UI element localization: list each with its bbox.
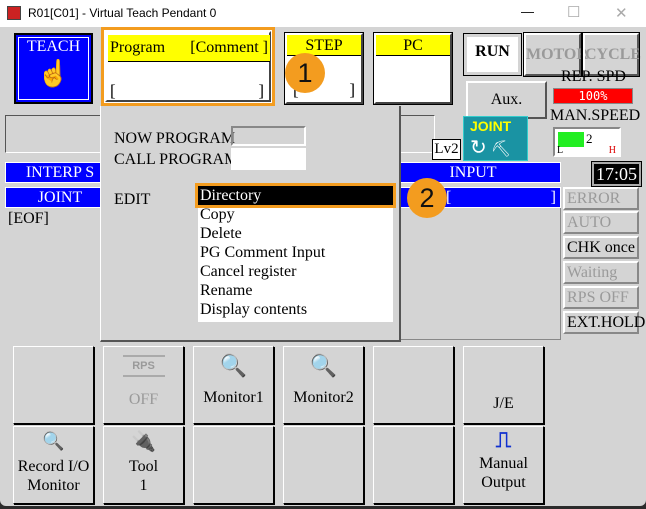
close-button[interactable]: ✕: [615, 4, 628, 22]
level-text: Lv2: [434, 141, 459, 157]
eof-marker: [EOF]: [8, 210, 49, 227]
clock: 17:05: [591, 161, 642, 187]
step-badge-2: 2: [407, 178, 447, 218]
program-header: Program: [110, 39, 166, 56]
menu-item-pg-comment-input[interactable]: PG Comment Input: [198, 243, 393, 262]
level-indicator: Lv2: [432, 139, 461, 160]
manual-output-label-2: Output: [481, 474, 526, 491]
function-key-blank-1[interactable]: [13, 346, 94, 424]
joint-mode-label: JOINT: [470, 118, 512, 134]
tool-number: 1: [139, 477, 148, 494]
rep-spd-value: 100%: [553, 88, 633, 104]
menu-item-directory[interactable]: Directory: [195, 183, 396, 208]
ext-hold-button[interactable]: EXT.HOLD: [563, 311, 645, 334]
step-header: STEP: [287, 35, 361, 56]
program-popup: NOW PROGRAM CALL PROGRAM EDIT Directory …: [100, 106, 401, 342]
je-label: J/E: [493, 395, 514, 412]
aux-button[interactable]: Aux.: [466, 81, 547, 119]
joint-mode-button[interactable]: JOINT ↻ ⛏: [463, 116, 528, 161]
robot-arm-icon: ↻ ⛏: [470, 137, 512, 159]
step-badge-1: 1: [285, 53, 325, 93]
rep-spd-text: 100%: [578, 89, 608, 103]
edit-label: EDIT: [114, 191, 151, 208]
now-program-label: NOW PROGRAM: [114, 130, 236, 147]
rps-off-button[interactable]: RPS OFF: [103, 346, 184, 424]
auto-status: AUTO: [563, 211, 639, 234]
function-key-blank-3[interactable]: [193, 426, 274, 504]
monitor1-label: Monitor1: [203, 389, 264, 406]
tool-button[interactable]: 🔌 Tool 1: [103, 426, 184, 504]
rps-icon: RPS: [122, 355, 165, 377]
title-bar: R01[C01] - Virtual Teach Pendant 0 — ☐ ✕: [0, 0, 646, 27]
monitor-search-icon: 🔍: [219, 353, 248, 378]
call-program-input[interactable]: [231, 148, 306, 170]
interp-bar: INTERP S: [5, 162, 115, 183]
hand-pointer-icon: ☝: [37, 59, 70, 88]
menu-item-cancel-register[interactable]: Cancel register: [198, 262, 393, 281]
menu-item-copy[interactable]: Copy: [198, 205, 393, 224]
function-key-blank-2[interactable]: [373, 346, 454, 424]
window-title: R01[C01] - Virtual Teach Pendant 0: [28, 6, 217, 20]
now-program-field: [231, 126, 306, 146]
input-bar: INPUT: [385, 162, 561, 183]
manual-output-label: Manual: [479, 455, 528, 472]
minimize-button[interactable]: —: [521, 4, 534, 19]
record-io-monitor-button[interactable]: 🔍 Record I/O Monitor: [13, 426, 94, 504]
waiting-status: Waiting: [563, 261, 639, 284]
monitor2-button[interactable]: 🔍 Monitor2: [283, 346, 364, 424]
je-button[interactable]: J/E: [463, 346, 544, 424]
teach-label: TEACH: [26, 38, 81, 55]
rps-off-label: OFF: [128, 391, 159, 408]
man-speed-low: L: [557, 145, 564, 156]
step-bracket-close: ]: [349, 80, 355, 99]
tool-icon: 🔌: [131, 431, 156, 453]
edit-menu-list[interactable]: Directory Copy Delete PG Comment Input C…: [195, 183, 396, 322]
pc-box[interactable]: PC: [373, 32, 453, 105]
record-io-label-2: Monitor: [27, 477, 80, 494]
record-io-label: Record I/O: [17, 458, 90, 475]
comment-header: [Comment ]: [190, 39, 268, 56]
monitor-search-icon: 🔍: [309, 353, 338, 378]
pc-header: PC: [376, 35, 450, 56]
call-program-label: CALL PROGRAM: [114, 151, 239, 168]
menu-item-delete[interactable]: Delete: [198, 224, 393, 243]
function-key-blank-4[interactable]: [283, 426, 364, 504]
man-speed-gauge[interactable]: 2 L H: [553, 127, 621, 157]
record-search-icon: 🔍: [42, 431, 65, 451]
rps-icon-text: RPS: [132, 360, 155, 372]
pulse-icon: ⎍: [495, 427, 512, 452]
monitor1-button[interactable]: 🔍 Monitor1: [193, 346, 274, 424]
menu-item-display-contents[interactable]: Display contents: [198, 300, 393, 319]
man-speed-level: 2: [586, 131, 593, 146]
clock-text: 17:05: [595, 164, 637, 184]
run-label: RUN: [467, 37, 518, 72]
program-bracket-open: [: [110, 81, 116, 100]
maximize-button[interactable]: ☐: [567, 3, 580, 21]
chk-once-button[interactable]: CHK once: [563, 236, 639, 259]
manual-output-button[interactable]: ⎍ Manual Output: [463, 426, 544, 504]
input-bracket-close: ]: [550, 189, 556, 206]
man-speed-high: H: [608, 145, 616, 156]
cycle-label: CYCLE: [585, 46, 642, 63]
motor-label: MOTOR: [526, 46, 588, 63]
aux-label: Aux.: [490, 91, 523, 108]
man-speed-label: MAN.SPEED: [550, 107, 641, 124]
teach-mode-indicator: TEACH ☝: [14, 33, 93, 104]
error-status: ERROR: [563, 187, 639, 210]
tool-label: Tool: [128, 458, 159, 475]
monitor2-label: Monitor2: [293, 389, 354, 406]
rps-off-status: RPS OFF: [563, 286, 639, 309]
teach-pendant-window: R01[C01] - Virtual Teach Pendant 0 — ☐ ✕…: [0, 0, 646, 506]
menu-item-rename[interactable]: Rename: [198, 281, 393, 300]
function-key-blank-5[interactable]: [373, 426, 454, 504]
right-panel: [385, 208, 561, 340]
app-icon: [7, 6, 21, 20]
joint-bar: JOINT: [5, 187, 115, 208]
rep-spd-label: REP. SPD: [561, 68, 626, 85]
program-box[interactable]: Program [Comment ] [ ]: [101, 27, 275, 106]
program-bracket-close: ]: [258, 81, 264, 100]
run-button[interactable]: RUN: [463, 33, 522, 76]
